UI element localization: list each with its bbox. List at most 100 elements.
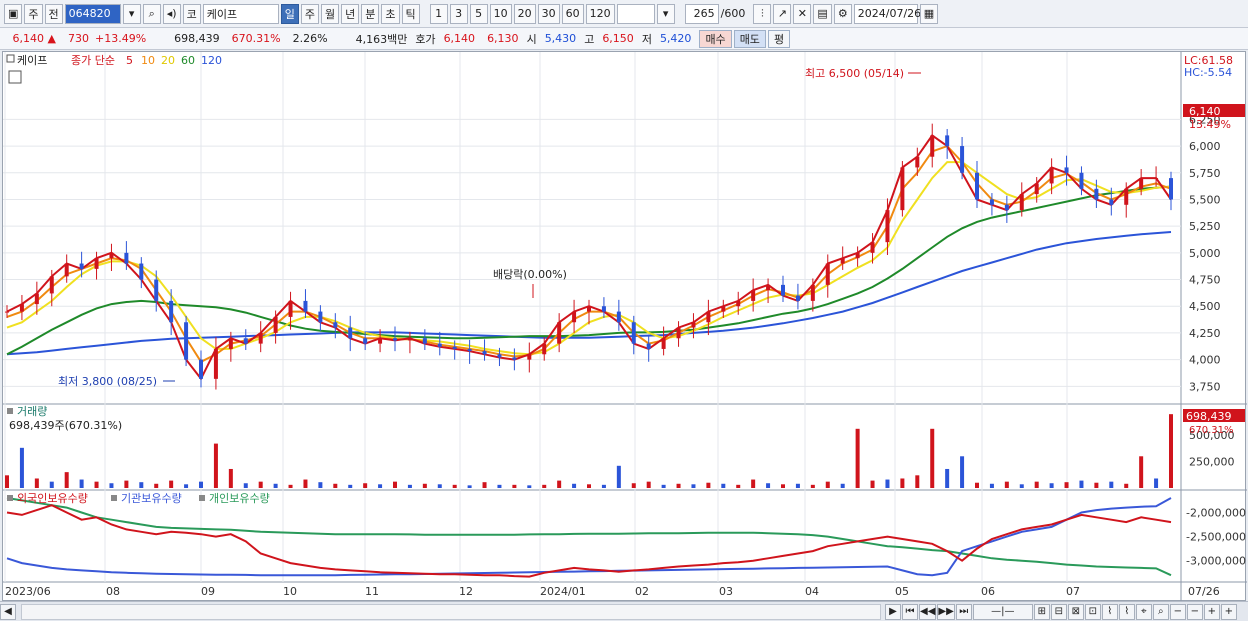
volume-bar [199,481,203,488]
stock-chart-svg[interactable]: 6,2506,0005,7505,5005,2505,0004,7504,500… [3,52,1247,602]
period-tick[interactable]: 틱 [401,3,420,24]
volume-bar [482,482,487,488]
candle-body [1034,183,1039,195]
candle-body [616,311,621,323]
tool-icon-4[interactable]: ⊡ [1084,603,1101,620]
scroll-left-icon[interactable]: ◀ [0,603,16,620]
volume-bar [333,483,338,488]
volume-bar [49,481,54,488]
period-month[interactable]: 월 [321,3,340,24]
forward-icon[interactable]: ▶▶ [937,603,955,620]
rewind-icon[interactable]: ◀◀ [919,603,937,620]
x-tick-label: 12 [459,585,473,598]
prev-button[interactable]: 전 [44,3,63,24]
price-tick-label: 4,750 [1189,274,1221,287]
interval-dropdown-icon[interactable]: ▾ [656,3,675,24]
volume-bar [1019,484,1024,488]
period-week[interactable]: 주 [300,3,320,24]
market-select[interactable]: 주 [24,3,43,24]
volume-bar [467,485,472,488]
count-input[interactable]: 265 [684,3,719,24]
interval-custom-input[interactable] [616,3,655,24]
interval-1[interactable]: 1 [429,3,448,24]
last-page-icon[interactable]: ⏭ [955,603,972,620]
x-tick-label: 02 [635,585,649,598]
candle-body [781,284,785,296]
volume-bar [1154,478,1159,488]
volume-bar [422,483,427,488]
interval-3[interactable]: 3 [449,3,468,24]
volume-bar [228,468,233,488]
tool-icon-7[interactable]: ⌖ [1135,603,1152,620]
interval-20[interactable]: 20 [513,3,536,24]
interval-5[interactable]: 5 [469,3,488,24]
tool-icon-3[interactable]: ⊠ [1067,603,1084,620]
legend-ma5: 5 [126,54,133,67]
volume-bar [542,484,547,488]
volume-bar [1034,481,1039,488]
bottom-scrollbar[interactable]: ◀ ▶ ⏮ ◀◀ ▶▶ ⏭ —|— ⊞ ⊟ ⊠ ⊡ ⌇ ⌇ ⌖ ⌕ − − + … [0,601,1248,621]
zoom-out-icon[interactable]: − [1169,603,1186,620]
eval-button[interactable]: 평 [767,29,791,48]
volume-bar [1004,481,1009,488]
calendar-icon[interactable]: ▦ [919,3,939,24]
zoom-in-icon[interactable]: + [1220,603,1237,620]
volume-bar [810,484,815,488]
buy-button[interactable]: 매수 [699,29,732,48]
volume-bar [825,481,830,488]
clear-icon[interactable]: ✕ [793,3,812,24]
price-tick-label: 4,250 [1189,327,1221,340]
sell-button[interactable]: 매도 [733,29,766,48]
scroll-track[interactable] [21,603,881,620]
speaker-icon[interactable]: ◂) [162,3,181,24]
table-icon[interactable] [8,70,22,84]
period-day[interactable]: 일 [280,3,299,24]
high-price: 6,150 [602,32,634,45]
interval-120[interactable]: 120 [585,3,615,24]
interval-60[interactable]: 60 [561,3,584,24]
period-minute[interactable]: 분 [361,3,380,24]
tool-icon-1[interactable]: ⊞ [1033,603,1050,620]
stock-code-input[interactable]: 064820 [64,3,121,24]
candle-body [213,348,218,379]
holdings-tick-label: -2,500,000 [1186,531,1246,544]
window-icon[interactable]: ▣ [4,3,23,24]
save-icon[interactable]: ▤ [813,3,832,24]
draw-tool-icon[interactable]: ↗ [773,3,792,24]
volume-bar [691,484,696,488]
minus-icon[interactable]: − [1186,603,1203,620]
first-page-icon[interactable]: ⏮ [902,603,918,620]
volume-tick-label: 250,000 [1189,456,1235,469]
date-input[interactable]: 2024/07/26 [853,3,921,24]
period-year[interactable]: 년 [341,3,360,24]
candle-body [19,304,24,312]
tool-icon-6[interactable]: ⌇ [1118,603,1135,620]
plus-icon[interactable]: + [1203,603,1220,620]
tool-icon-5[interactable]: ⌇ [1101,603,1118,620]
chart-area[interactable]: 6,250 6,000 5,750 5,500 5,250 5,000 4,750 4,500… [2,51,1247,602]
interval-30[interactable]: 30 [537,3,560,24]
zoom-slider[interactable]: —|— [972,603,1033,620]
low-label: 저 [641,32,652,46]
chart-type-icon[interactable]: ⫶ [753,3,772,24]
period-second[interactable]: 초 [381,3,400,24]
candle-body [930,135,935,157]
price-tick-label: 4,500 [1189,300,1221,313]
price-tick-label: 4,000 [1189,354,1221,367]
search-icon[interactable]: ⌕ [142,3,161,24]
scroll-right-icon[interactable]: ▶ [885,603,901,620]
tool-icon-2[interactable]: ⊟ [1050,603,1067,620]
magnify-icon[interactable]: ⌕ [1152,603,1169,620]
candle-body [169,300,174,323]
candle-body [960,146,965,173]
market-type[interactable]: 코 [182,3,201,24]
stock-name: 케이프 [202,3,279,24]
candle-body [363,338,368,344]
candle-body [870,242,875,253]
dropdown-icon[interactable]: ▾ [122,3,141,24]
interval-10[interactable]: 10 [489,3,512,24]
candle-body [288,300,293,317]
gear-icon[interactable]: ⚙ [833,3,852,24]
candle-body [542,343,547,355]
candle-body [333,322,338,328]
